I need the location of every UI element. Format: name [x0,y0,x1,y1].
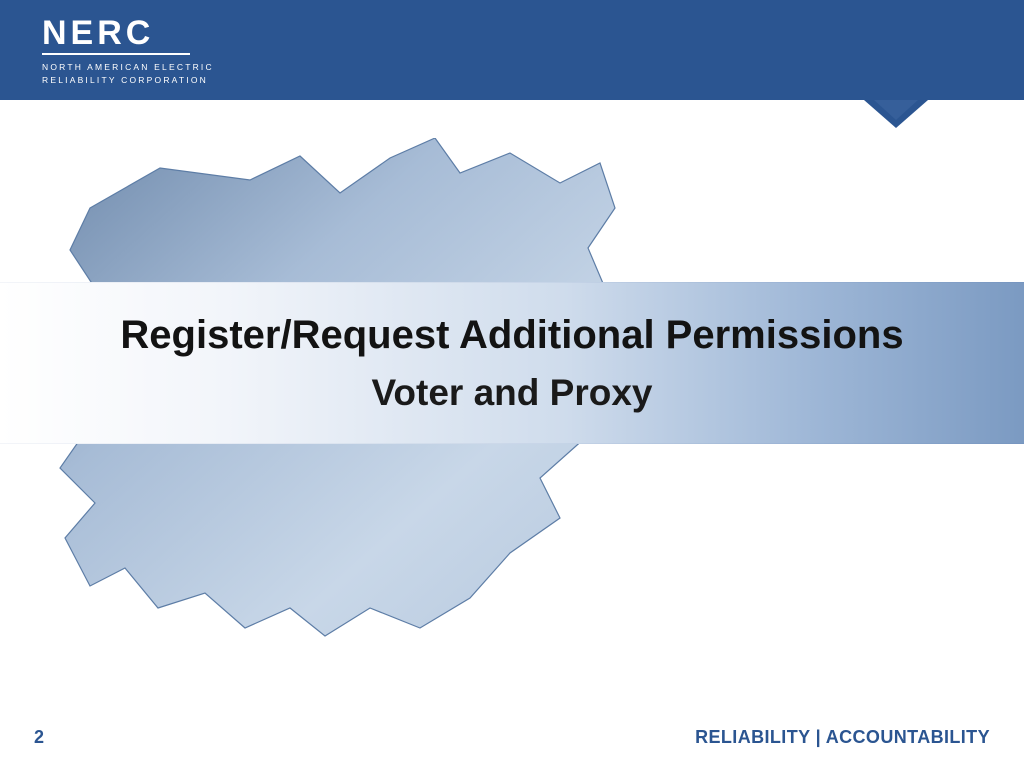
presentation-slide: NERC NORTH AMERICAN ELECTRIC RELIABILITY… [0,0,1024,768]
footer-tagline: RELIABILITY | ACCOUNTABILITY [695,727,990,748]
header-notch-inner-icon [874,100,918,120]
logo-text: NERC [42,14,214,53]
logo-subtitle-line1: NORTH AMERICAN ELECTRIC [42,61,214,74]
logo-subtitle-line2: RELIABILITY CORPORATION [42,74,214,87]
title-band: Register/Request Additional Permissions … [0,282,1024,444]
logo-underline [42,53,190,55]
slide-title-line1: Register/Request Additional Permissions [120,313,903,358]
slide-title-line2: Voter and Proxy [371,372,652,414]
logo-block: NERC NORTH AMERICAN ELECTRIC RELIABILITY… [42,14,214,87]
header-bar: NERC NORTH AMERICAN ELECTRIC RELIABILITY… [0,0,1024,100]
page-number: 2 [34,727,44,748]
slide-footer: 2 RELIABILITY | ACCOUNTABILITY [0,727,1024,748]
